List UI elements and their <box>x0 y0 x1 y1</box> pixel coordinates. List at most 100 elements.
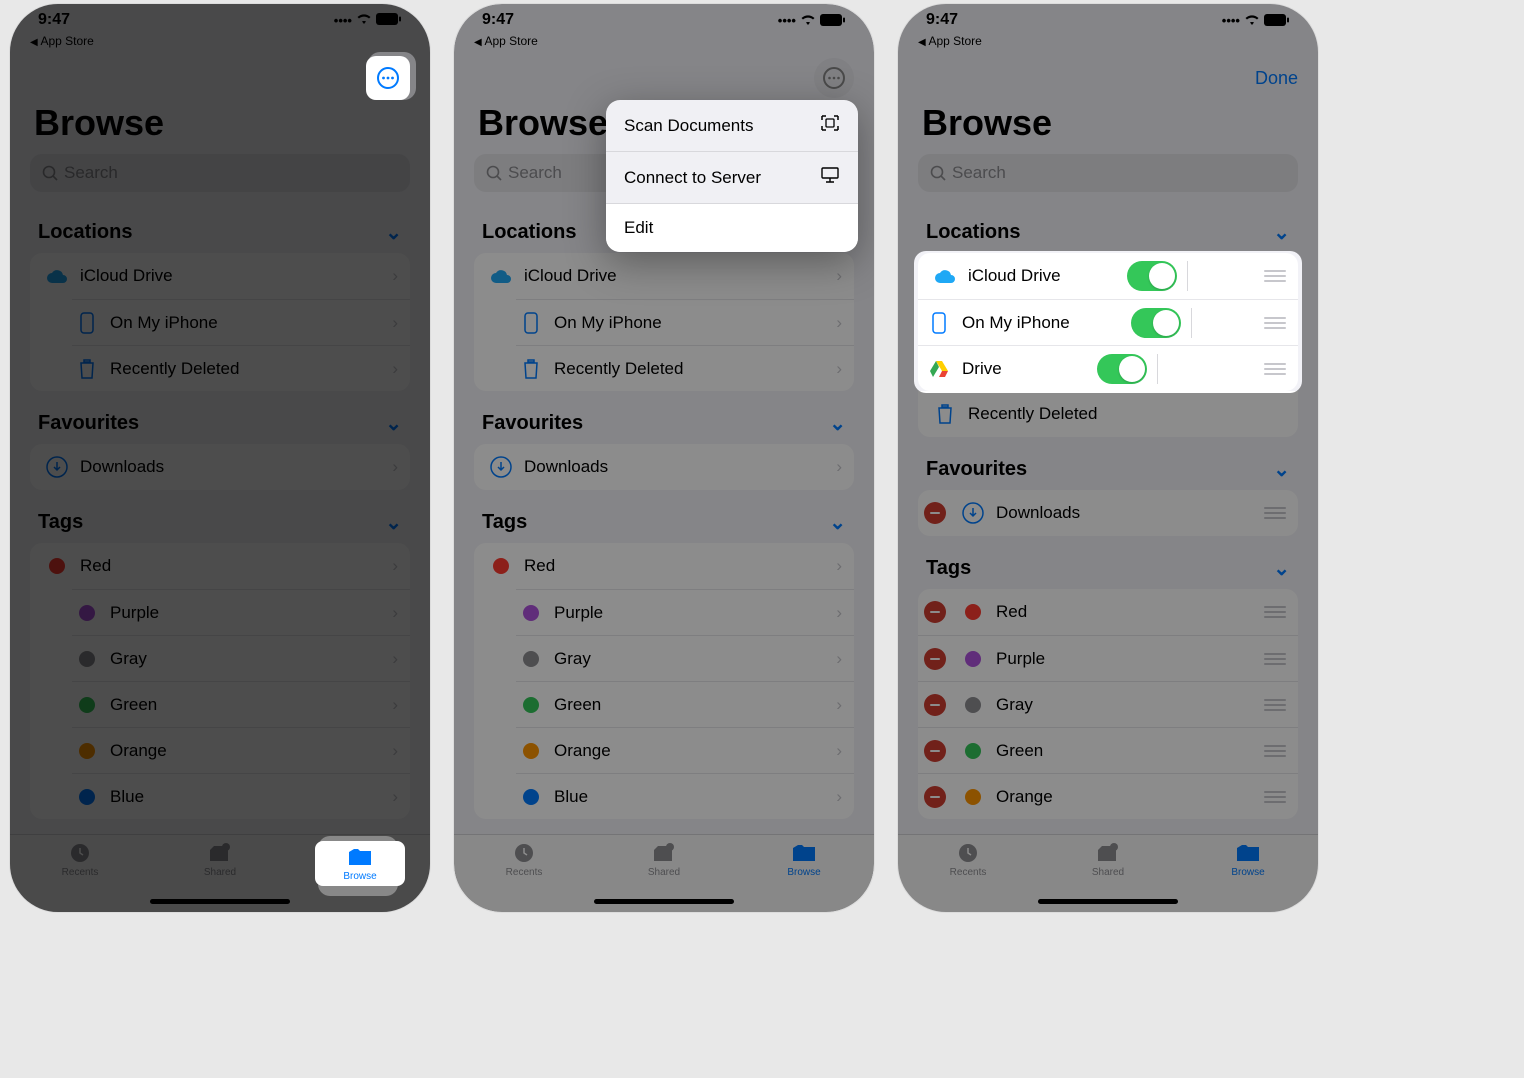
done-button[interactable]: Done <box>1255 68 1298 89</box>
menu-scan-documents[interactable]: Scan Documents <box>606 100 858 152</box>
gdrive-icon <box>924 360 954 378</box>
wifi-icon <box>356 13 372 28</box>
tag-gray[interactable]: Gray› <box>72 635 410 681</box>
favourite-downloads[interactable]: Downloads › <box>30 444 410 490</box>
tag-gray[interactable]: Gray <box>918 681 1298 727</box>
page-title: Browse <box>898 102 1318 150</box>
status-bar: 9:47 •••• <box>10 4 430 32</box>
tag-purple[interactable]: Purple <box>918 635 1298 681</box>
home-indicator[interactable] <box>150 899 290 904</box>
delete-button[interactable] <box>924 786 946 808</box>
tab-shared[interactable]: Shared <box>175 841 265 878</box>
drag-handle[interactable] <box>1264 270 1286 282</box>
tab-recents[interactable]: Recents <box>923 841 1013 878</box>
toggle-on-my-iphone[interactable] <box>1131 308 1181 338</box>
chevron-right-icon: › <box>392 741 398 761</box>
more-button[interactable] <box>814 58 854 98</box>
home-indicator[interactable] <box>594 899 734 904</box>
toggle-drive[interactable] <box>1097 354 1147 384</box>
menu-edit[interactable]: Edit <box>606 204 858 252</box>
tag-green[interactable]: Green <box>918 727 1298 773</box>
cell-icon: •••• <box>334 13 352 28</box>
locations-header[interactable]: Locations ⌄ <box>10 202 430 251</box>
edit-location-drive[interactable]: Drive <box>918 345 1298 391</box>
search-input[interactable]: Search <box>918 154 1298 192</box>
drag-handle[interactable] <box>1264 653 1286 665</box>
status-time: 9:47 <box>38 11 70 29</box>
edit-favourite-downloads[interactable]: Downloads <box>918 490 1298 536</box>
battery-icon <box>376 13 402 28</box>
tag-dot <box>72 789 102 805</box>
chevron-right-icon: › <box>836 695 842 715</box>
tag-label: Green <box>110 695 157 715</box>
tag-label: Red <box>524 556 555 576</box>
back-to-app[interactable]: App Store <box>454 32 874 54</box>
tag-red[interactable]: Red› <box>30 543 410 589</box>
drag-handle[interactable] <box>1264 699 1286 711</box>
tag-green[interactable]: Green› <box>72 681 410 727</box>
tag-dot <box>958 743 988 759</box>
edit-location-icloud[interactable]: iCloud Drive <box>918 253 1298 299</box>
home-indicator[interactable] <box>1038 899 1178 904</box>
tag-blue[interactable]: Blue› <box>516 773 854 819</box>
chevron-down-icon: ⌄ <box>385 510 402 535</box>
tag-purple[interactable]: Purple› <box>516 589 854 635</box>
tab-recents[interactable]: Recents <box>479 841 569 878</box>
drag-handle[interactable] <box>1264 745 1286 757</box>
back-to-app[interactable]: App Store <box>10 32 430 54</box>
tag-purple[interactable]: Purple› <box>72 589 410 635</box>
icloud-icon <box>930 268 960 284</box>
location-icloud[interactable]: iCloud Drive › <box>30 253 410 299</box>
delete-button[interactable] <box>924 502 946 524</box>
tag-orange[interactable]: Orange› <box>72 727 410 773</box>
tag-label: Gray <box>996 695 1033 715</box>
tag-red[interactable]: Red › <box>474 543 854 589</box>
chevron-down-icon: ⌄ <box>385 411 402 436</box>
tag-blue[interactable]: Blue› <box>72 773 410 819</box>
chevron-right-icon: › <box>836 741 842 761</box>
menu-connect-server[interactable]: Connect to Server <box>606 152 858 204</box>
tab-recents[interactable]: Recents <box>35 841 125 878</box>
toggle-icloud[interactable] <box>1127 261 1177 291</box>
tag-green[interactable]: Green› <box>516 681 854 727</box>
tag-label: Orange <box>554 741 611 761</box>
search-input[interactable]: Search <box>30 154 410 192</box>
more-menu: Scan Documents Connect to Server Edit <box>606 100 858 252</box>
tag-gray[interactable]: Gray› <box>516 635 854 681</box>
tab-browse[interactable]: Browse <box>759 841 849 878</box>
drag-handle[interactable] <box>1264 606 1286 618</box>
tag-red[interactable]: Red <box>918 589 1298 635</box>
phone-screen-3: 9:47 •••• App Store Done Browse Search L… <box>898 4 1318 912</box>
tag-dot <box>958 604 988 620</box>
back-to-app[interactable]: App Store <box>898 32 1318 54</box>
delete-button[interactable] <box>924 694 946 716</box>
tag-orange[interactable]: Orange › <box>516 727 854 773</box>
chevron-right-icon: › <box>392 457 398 477</box>
tags-header[interactable]: Tags ⌄ <box>10 492 430 541</box>
delete-button[interactable] <box>924 648 946 670</box>
tag-dot <box>486 558 516 574</box>
trash-icon <box>72 358 102 380</box>
delete-button[interactable] <box>924 740 946 762</box>
download-icon <box>42 456 72 478</box>
location-recently-deleted[interactable]: Recently Deleted › <box>72 345 410 391</box>
drag-handle[interactable] <box>1264 363 1286 375</box>
drag-handle[interactable] <box>1264 791 1286 803</box>
edit-location-on-my-iphone[interactable]: On My iPhone <box>918 299 1298 345</box>
tag-dot <box>516 605 546 621</box>
tab-browse[interactable]: Browse <box>315 841 405 886</box>
tag-dot <box>958 789 988 805</box>
chevron-right-icon: › <box>836 787 842 807</box>
drag-handle[interactable] <box>1264 317 1286 329</box>
favourites-header[interactable]: Favourites ⌄ <box>10 393 430 442</box>
more-button[interactable] <box>366 56 410 100</box>
location-recently-deleted[interactable]: Recently Deleted <box>918 391 1298 437</box>
tab-shared[interactable]: Shared <box>1063 841 1153 878</box>
tab-shared[interactable]: Shared <box>619 841 709 878</box>
location-on-my-iphone[interactable]: On My iPhone › <box>72 299 410 345</box>
tab-browse[interactable]: Browse <box>1203 841 1293 878</box>
chevron-right-icon: › <box>836 556 842 576</box>
drag-handle[interactable] <box>1264 507 1286 519</box>
delete-button[interactable] <box>924 601 946 623</box>
tag-orange[interactable]: Orange <box>918 773 1298 819</box>
